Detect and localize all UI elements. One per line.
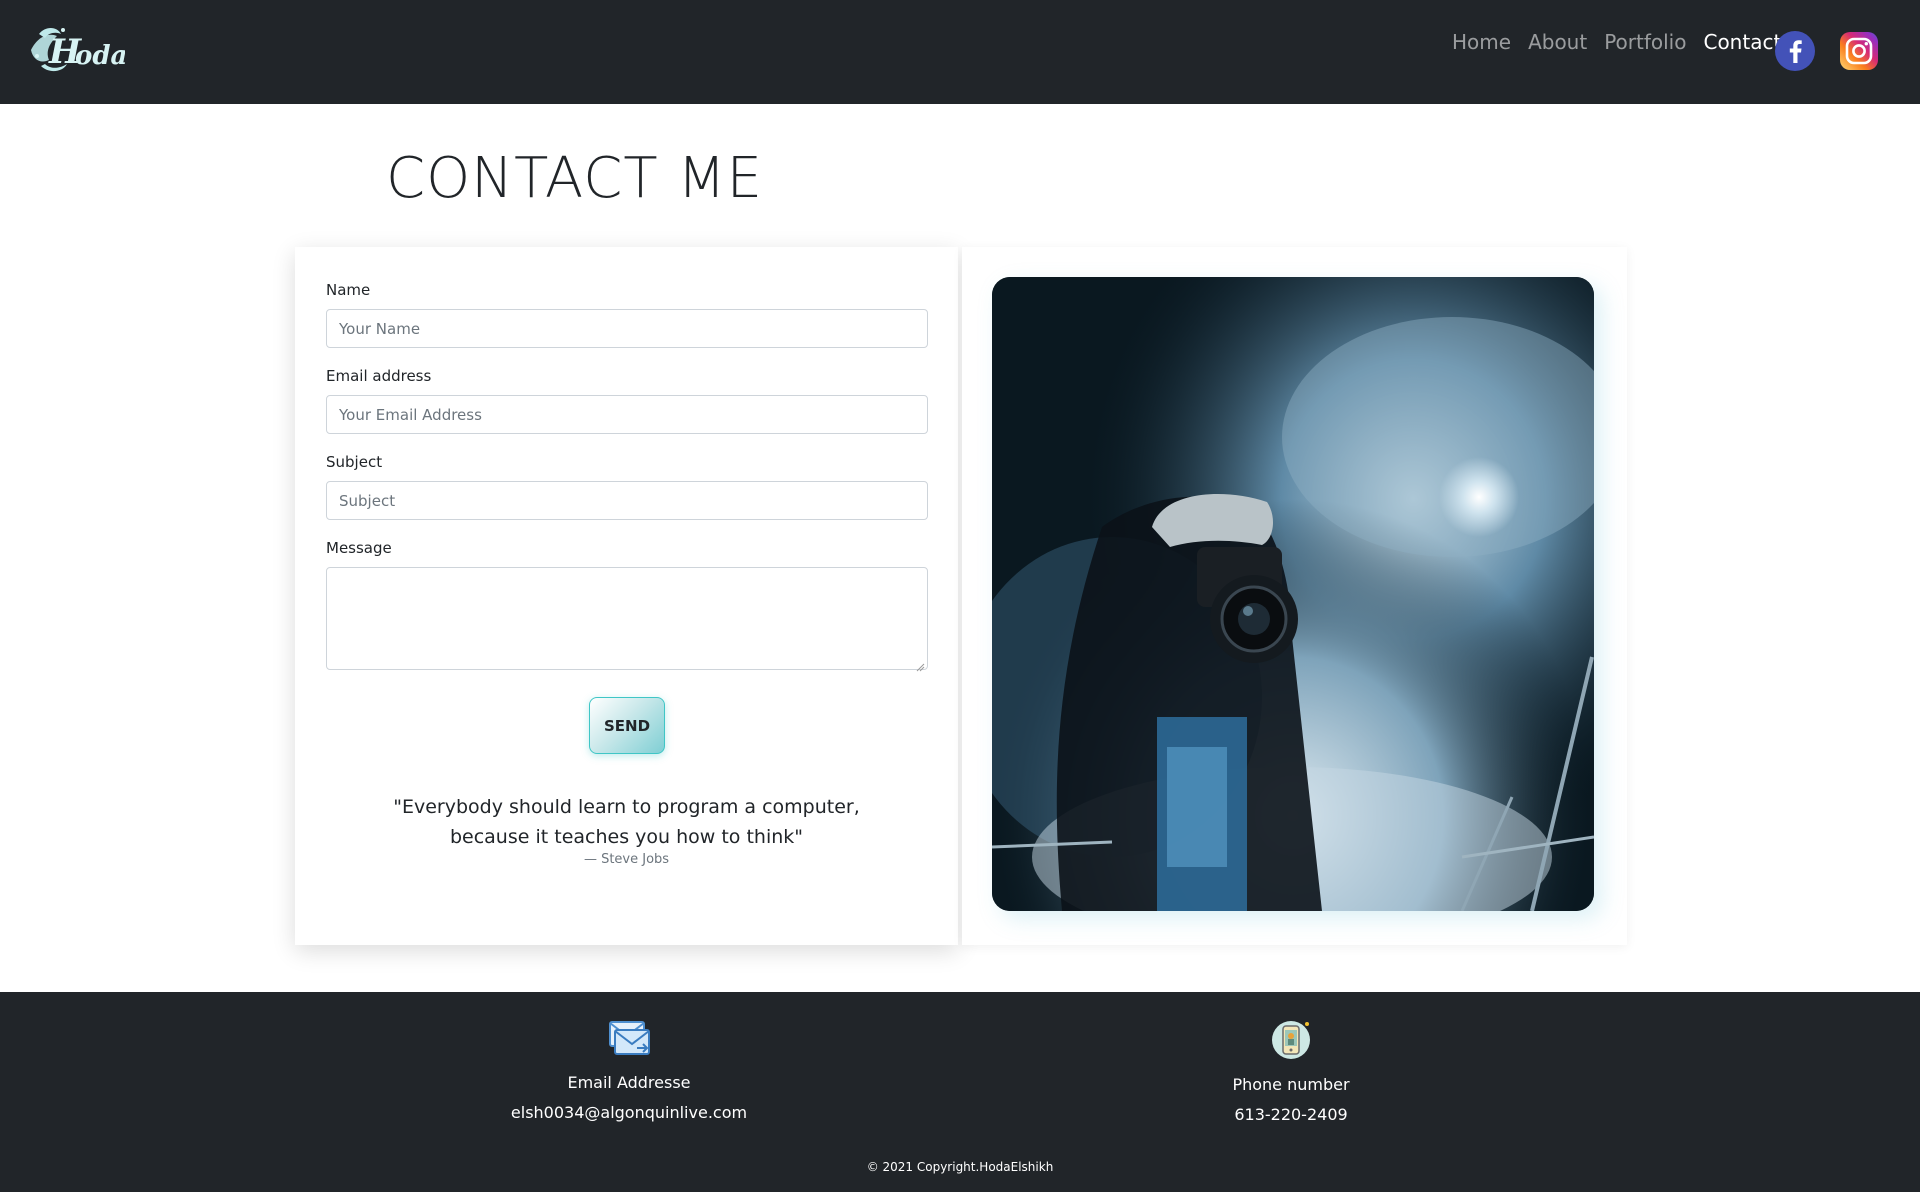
resize-handle-icon[interactable] (915, 657, 925, 672)
quote-text: "Everybody should learn to program a com… (393, 796, 860, 848)
quote-author: — Steve Jobs (583, 852, 670, 867)
nav-home[interactable]: Home (1452, 30, 1511, 54)
email-envelope-icon (607, 1018, 651, 1058)
contact-form-card: Name Email address Subject Message SEND … (295, 247, 958, 945)
navbar: H oda Home About Portfolio Contact (0, 0, 1920, 104)
message-label: Message (326, 539, 392, 557)
email-input[interactable] (326, 395, 928, 434)
email-value[interactable]: elsh0034@algonquinlive.com (429, 1103, 829, 1122)
name-input[interactable] (326, 309, 928, 348)
email-label: Email address (326, 367, 432, 385)
nav-portfolio[interactable]: Portfolio (1604, 30, 1686, 54)
page-title: CONTACT ME (386, 146, 764, 211)
send-button[interactable]: SEND (589, 697, 665, 754)
message-textarea[interactable] (326, 567, 928, 670)
instagram-icon[interactable] (1838, 30, 1880, 72)
facebook-icon[interactable] (1774, 30, 1816, 72)
nav-contact[interactable]: Contact (1703, 30, 1781, 54)
nav-about[interactable]: About (1528, 30, 1587, 54)
footer: Email Addresse elsh0034@algonquinlive.co… (0, 992, 1920, 1192)
phone-value[interactable]: 613-220-2409 (1091, 1105, 1491, 1124)
phone-label: Phone number (1232, 1075, 1350, 1094)
copyright-text: © 2021 Copyright.HodaElshikh (866, 1160, 1054, 1174)
photographer-smoke-image (992, 277, 1594, 911)
phone-icon (1269, 1020, 1313, 1060)
site-logo[interactable]: H oda (27, 20, 127, 78)
email-label: Email Addresse (567, 1073, 691, 1092)
subject-input[interactable] (326, 481, 928, 520)
name-label: Name (326, 281, 371, 299)
photo-card (962, 247, 1627, 945)
subject-label: Subject (326, 453, 383, 471)
nav-menu: Home About Portfolio Contact (1452, 30, 1781, 54)
svg-text:oda: oda (75, 41, 125, 71)
